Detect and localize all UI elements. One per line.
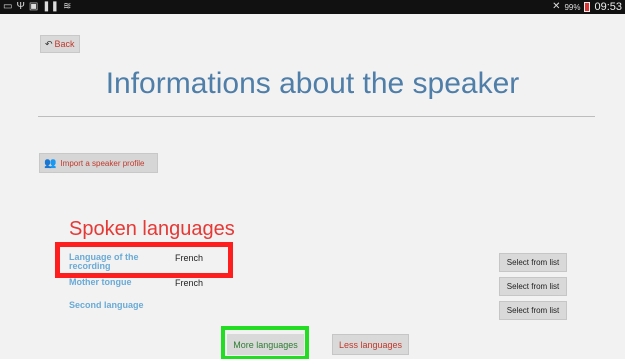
language-label: Second language	[69, 300, 144, 310]
import-speaker-profile-button[interactable]: 👥 Import a speaker profile	[39, 153, 158, 173]
battery-percent: 99%	[564, 2, 581, 12]
less-languages-button[interactable]: Less languages	[332, 334, 409, 355]
battery-icon	[584, 2, 591, 12]
select-from-list-button[interactable]: Select from list	[499, 253, 567, 272]
highlight-box-green	[221, 326, 309, 359]
language-value: French	[175, 278, 204, 288]
language-label: Mother tongue	[69, 277, 132, 287]
pause-icon: ❚❚	[42, 1, 60, 12]
status-bar-left: ▭ Ψ ▣ ❚❚ ≋	[3, 1, 71, 13]
people-icon: 👥	[44, 157, 57, 169]
no-signal-icon: ✕	[552, 1, 561, 12]
divider	[38, 116, 595, 117]
status-bar: ▭ Ψ ▣ ❚❚ ≋ ✕ 99% 09:53	[0, 0, 625, 14]
back-arrow-icon: ↶	[45, 38, 53, 49]
cast-icon: ▭	[3, 1, 13, 12]
back-button[interactable]: ↶ Back	[40, 35, 80, 53]
gallery-icon: ▣	[28, 1, 39, 12]
import-button-label: Import a speaker profile	[60, 158, 145, 168]
select-from-list-button[interactable]: Select from list	[499, 277, 567, 296]
page-title: Informations about the speaker	[105, 67, 520, 100]
usb-icon: Ψ	[16, 1, 25, 12]
clock: 09:53	[594, 1, 622, 13]
status-bar-right: ✕ 99% 09:53	[552, 1, 622, 13]
back-button-label: Back	[54, 39, 75, 49]
select-from-list-button[interactable]: Select from list	[499, 301, 567, 320]
highlight-box-red	[55, 242, 233, 278]
section-title: Spoken languages	[69, 218, 235, 240]
wifi-icon: ≋	[63, 1, 72, 12]
